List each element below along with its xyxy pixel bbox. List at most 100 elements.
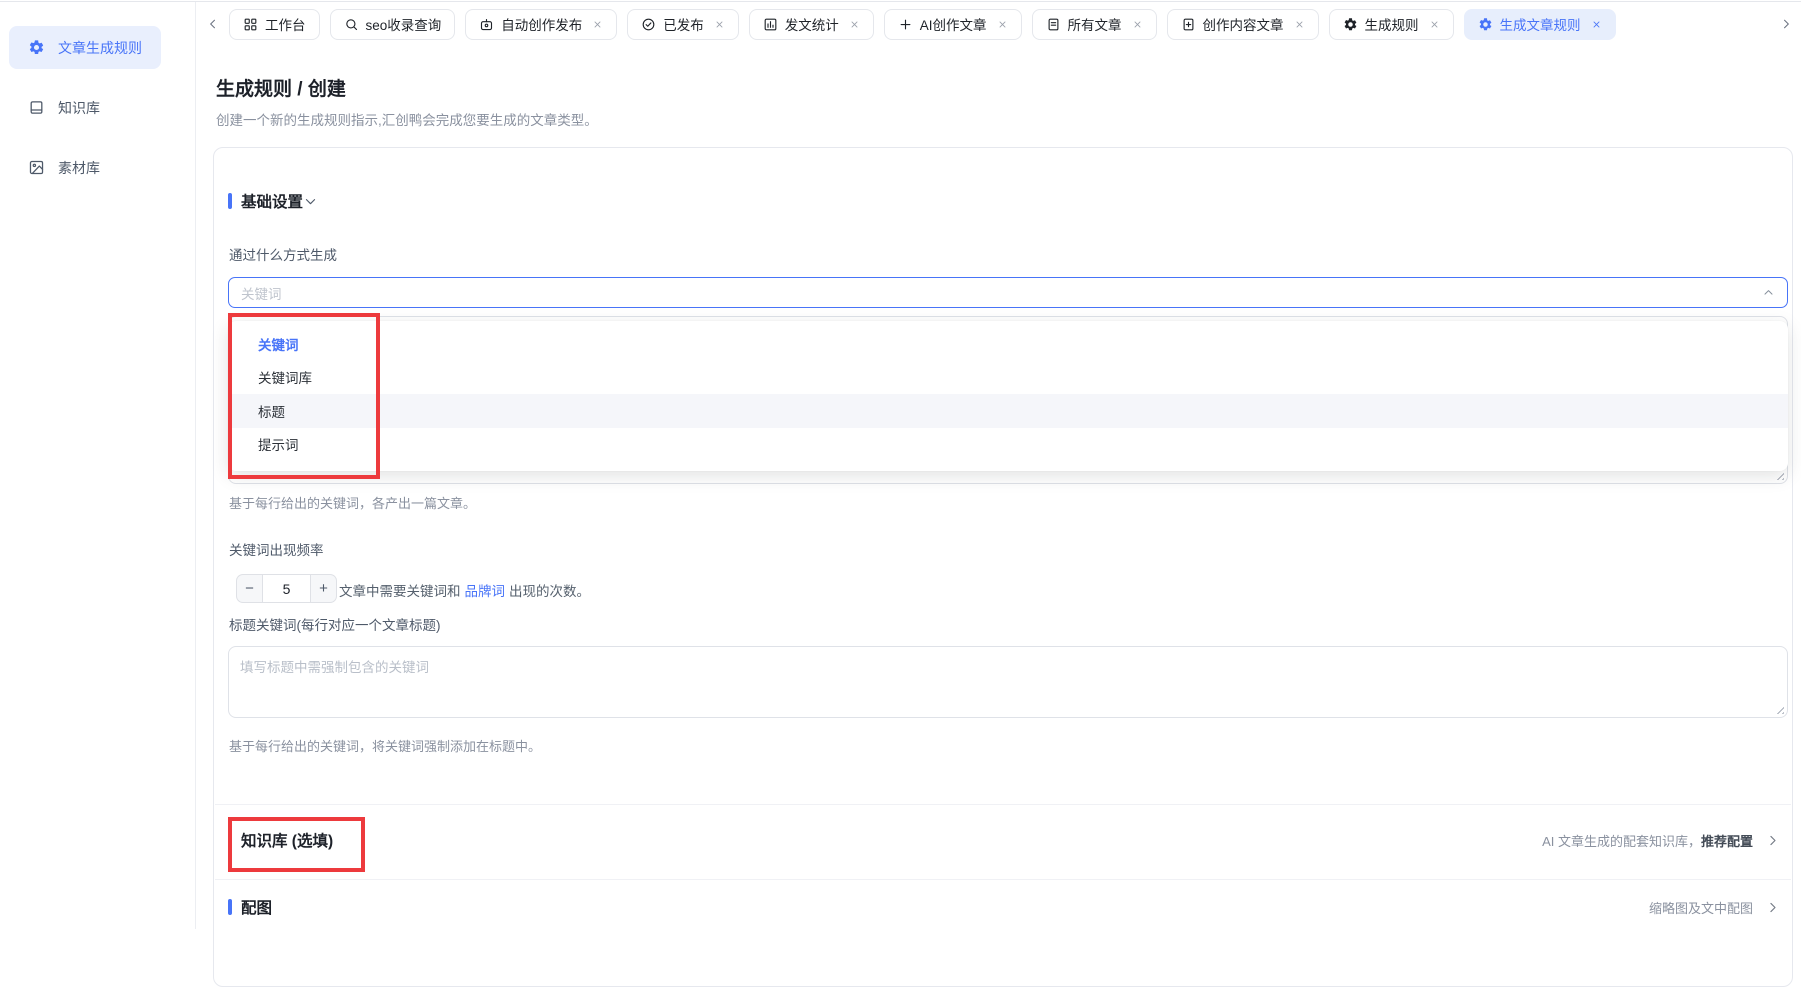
- tab-item[interactable]: 所有文章: [1032, 9, 1157, 40]
- title-keywords-textarea[interactable]: 填写标题中需强制包含的关键词: [228, 646, 1788, 718]
- close-icon: [1591, 19, 1602, 30]
- frequency-value[interactable]: 5: [262, 574, 311, 603]
- frequency-stepper: − 5 +: [236, 574, 337, 603]
- close-icon: [1294, 19, 1305, 30]
- dropdown-option[interactable]: 标题: [228, 394, 1788, 428]
- collapse-section-button[interactable]: [303, 194, 318, 209]
- close-icon[interactable]: [1132, 19, 1143, 30]
- tab-label: 创作内容文章: [1203, 14, 1284, 34]
- tab-active[interactable]: 生成文章规则: [1464, 9, 1616, 40]
- section-accent-bar: [228, 832, 232, 848]
- check-circle-icon: [641, 17, 656, 32]
- chevron-right-icon[interactable]: [1765, 833, 1780, 848]
- tab-label: 工作台: [265, 14, 306, 34]
- main-content: 生成规则 / 创建 创建一个新的生成规则指示,汇创鸭会完成您要生成的文章类型。 …: [196, 46, 1801, 929]
- dropdown-option[interactable]: 提示词: [228, 428, 1788, 462]
- close-icon: [997, 19, 1008, 30]
- tab-item[interactable]: 自动创作发布: [465, 9, 617, 40]
- sidebar-item-label: 文章生成规则: [58, 38, 142, 58]
- close-icon[interactable]: [1429, 19, 1440, 30]
- tab-bar: 工作台 seo收录查询 自动创作发布 已发布 发文统计 AI创作文章 所有文章 创作内容文章 生…: [196, 2, 1801, 46]
- frequency-label: 关键词出现频率: [229, 543, 324, 559]
- tab-item[interactable]: 工作台: [229, 9, 320, 40]
- tab-item[interactable]: AI创作文章: [884, 9, 1022, 40]
- section-divider: [215, 804, 1791, 805]
- sidebar-item-label: 素材库: [58, 158, 100, 178]
- section-accent-bar: [228, 193, 232, 209]
- chevron-right-icon: [1779, 17, 1793, 31]
- dropdown-option[interactable]: 关键词库: [228, 361, 1788, 395]
- close-icon: [592, 19, 603, 30]
- page-subtitle: 创建一个新的生成规则指示,汇创鸭会完成您要生成的文章类型。: [216, 109, 598, 129]
- tab-label: 发文统计: [785, 14, 839, 34]
- tab-item[interactable]: 发文统计: [749, 9, 874, 40]
- gear-icon: [1478, 17, 1493, 32]
- close-icon[interactable]: [592, 19, 603, 30]
- image-icon: [28, 159, 45, 176]
- chevron-left-icon: [206, 17, 220, 31]
- sidebar-item[interactable]: 文章生成规则: [9, 26, 161, 69]
- method-dropdown: 关键词关键词库标题提示词: [228, 321, 1788, 471]
- close-icon[interactable]: [1294, 19, 1305, 30]
- section-accent-bar: [228, 899, 232, 915]
- illustration-hint-text: 缩略图及文中配图: [1649, 898, 1753, 917]
- increment-button[interactable]: +: [311, 574, 337, 603]
- recommended-config-label: 推荐配置: [1701, 834, 1753, 849]
- tab-list: 工作台 seo收录查询 自动创作发布 已发布 发文统计 AI创作文章 所有文章 创作内容文章 生…: [229, 9, 1770, 40]
- method-select[interactable]: 关键词: [228, 277, 1788, 308]
- knowledge-hint-text: AI 文章生成的配套知识库，推荐配置: [1542, 831, 1753, 850]
- gear-icon: [28, 39, 45, 56]
- tab-label: 已发布: [663, 14, 704, 34]
- chevron-right-icon: [1765, 900, 1780, 915]
- sidebar-nav: 文章生成规则知识库素材库: [0, 26, 195, 189]
- tab-item[interactable]: 生成规则: [1329, 9, 1454, 40]
- close-icon: [849, 19, 860, 30]
- close-icon[interactable]: [1591, 19, 1602, 30]
- scroll-left-icon[interactable]: [206, 17, 220, 31]
- chevron-up-icon: [1762, 286, 1775, 299]
- method-help-text: 基于每行给出的关键词，各产出一篇文章。: [229, 495, 476, 513]
- document-icon: [1046, 17, 1061, 32]
- sidebar-item[interactable]: 知识库: [9, 86, 161, 129]
- file-plus-icon: [1181, 17, 1196, 32]
- section-knowledge-base[interactable]: 知识库 (选填) AI 文章生成的配套知识库，推荐配置: [228, 831, 1780, 849]
- section-illustration[interactable]: 配图 缩略图及文中配图: [228, 898, 1780, 916]
- close-icon[interactable]: [714, 19, 725, 30]
- dropdown-option[interactable]: 关键词: [228, 327, 1788, 361]
- illustration-hint: 缩略图及文中配图: [1649, 898, 1780, 917]
- tab-item[interactable]: seo收录查询: [330, 9, 456, 40]
- tab-label: 所有文章: [1068, 14, 1122, 34]
- resize-handle[interactable]: [1774, 470, 1784, 480]
- tab-label: 生成规则: [1365, 14, 1419, 34]
- section-title: 基础设置: [241, 190, 303, 212]
- sidebar-item-label: 知识库: [58, 98, 100, 118]
- chevron-right-icon[interactable]: [1765, 900, 1780, 915]
- scroll-right-icon[interactable]: [1779, 17, 1793, 31]
- chevron-up-icon: [1762, 286, 1775, 299]
- title-keywords-placeholder: 填写标题中需强制包含的关键词: [240, 656, 429, 676]
- rule-form-card: 基础设置 通过什么方式生成 关键词 关键词关键词库标题提示词 基于每行给出的关键…: [213, 147, 1793, 987]
- decrement-button[interactable]: −: [236, 574, 262, 603]
- method-select-value: 关键词: [241, 283, 282, 303]
- close-icon[interactable]: [849, 19, 860, 30]
- knowledge-hint: AI 文章生成的配套知识库，推荐配置: [1542, 831, 1780, 850]
- resize-handle[interactable]: [1774, 704, 1784, 714]
- bar-chart-icon: [763, 17, 778, 32]
- close-icon[interactable]: [997, 19, 1008, 30]
- chevron-right-icon: [1765, 833, 1780, 848]
- tab-label: 生成文章规则: [1500, 14, 1581, 34]
- method-label: 通过什么方式生成: [229, 248, 337, 264]
- title-keywords-help-text: 基于每行给出的关键词，将关键词强制添加在标题中。: [229, 738, 541, 756]
- tab-label: seo收录查询: [366, 14, 442, 34]
- tab-label: 自动创作发布: [501, 14, 582, 34]
- tab-item[interactable]: 已发布: [627, 9, 739, 40]
- close-icon: [714, 19, 725, 30]
- tab-item[interactable]: 创作内容文章: [1167, 9, 1319, 40]
- close-icon: [1132, 19, 1143, 30]
- sidebar-item[interactable]: 素材库: [9, 146, 161, 189]
- brand-words-link[interactable]: 品牌词: [465, 584, 506, 599]
- search-icon: [344, 17, 359, 32]
- auto-publish-icon: [479, 17, 494, 32]
- gear-icon: [1343, 17, 1358, 32]
- frequency-help-before: 文章中需要关键词和: [339, 584, 461, 599]
